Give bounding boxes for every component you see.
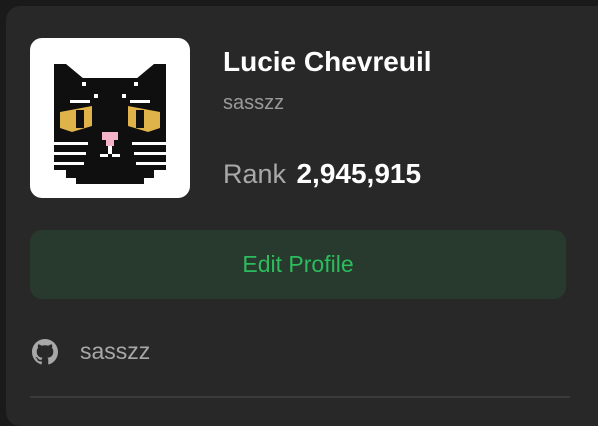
page-frame: Lucie Chevreuil sasszz Rank 2,945,915 Ed…: [0, 0, 598, 426]
profile-username: sasszz: [223, 92, 285, 114]
github-link[interactable]: sasszz: [32, 338, 150, 365]
rank-value: 2,945,915: [296, 158, 422, 189]
github-icon: [32, 338, 58, 364]
section-divider: [30, 396, 570, 398]
github-username: sasszz: [80, 338, 151, 364]
edit-profile-button[interactable]: Edit Profile: [30, 230, 566, 299]
rank-row: Rank 2,945,915: [223, 158, 421, 190]
pixel-cat-icon: [44, 64, 176, 184]
avatar[interactable]: [30, 38, 190, 198]
profile-name: Lucie Chevreuil: [223, 46, 432, 77]
rank-label: Rank: [223, 159, 287, 189]
